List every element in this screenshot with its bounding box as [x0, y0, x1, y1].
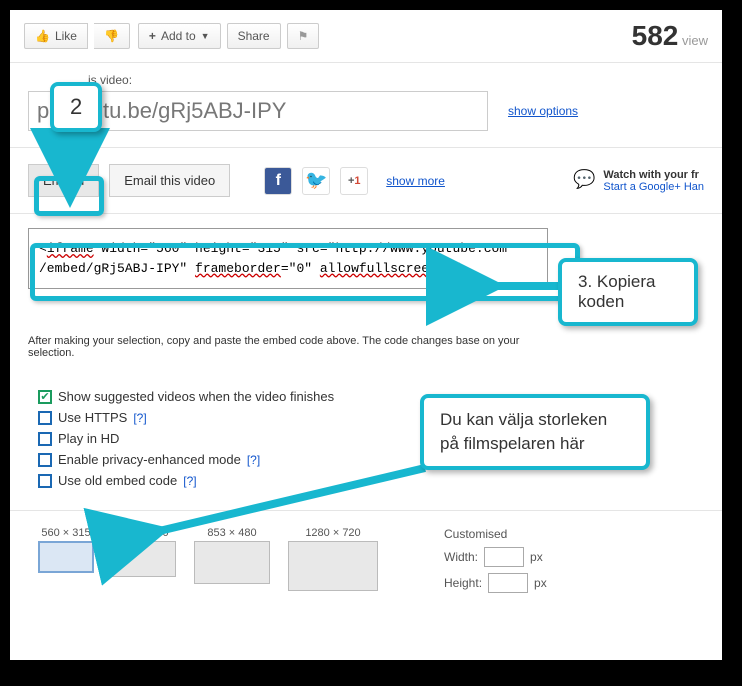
option-suggested-label: Show suggested videos when the video fin… — [58, 389, 334, 404]
twitter-icon[interactable]: 🐦 — [302, 167, 330, 195]
size-560-label: 560 × 315 — [38, 527, 94, 539]
watch-friends-title: Watch with your fr — [603, 169, 704, 181]
like-label: Like — [55, 29, 77, 43]
share-tabs: Embed Email this video f 🐦 +1 show more … — [10, 148, 722, 214]
annotation-arrow-2 — [58, 126, 88, 180]
add-to-button[interactable]: + Add to ▼ — [138, 23, 221, 49]
flag-icon: ⚑ — [298, 29, 309, 43]
option-hd-label: Play in HD — [58, 431, 119, 446]
view-count-label: view — [682, 33, 708, 48]
show-options-link[interactable]: show options — [508, 104, 578, 118]
hangout-icon: 💬 — [573, 169, 595, 193]
embed-code-box[interactable]: <iframe width="560" height="315" src="ht… — [28, 228, 548, 289]
watch-friends-link: Start a Google+ Han — [603, 181, 704, 193]
annotation-size-note: Du kan välja storleken på filmspelaren h… — [420, 394, 650, 470]
email-tab[interactable]: Email this video — [109, 164, 230, 197]
size-custom: Customised Width: px Height: px — [444, 527, 547, 593]
checkbox-empty-icon — [38, 453, 52, 467]
custom-height-label: Height: — [444, 576, 482, 590]
flag-button[interactable]: ⚑ — [287, 23, 320, 49]
like-group: 👍 Like 👎 — [24, 23, 130, 49]
show-more-link[interactable]: show more — [386, 174, 445, 188]
share-button[interactable]: Share — [227, 23, 281, 49]
help-link[interactable]: [?] — [133, 411, 146, 425]
annotation-step-2: 2 — [50, 82, 102, 132]
custom-label: Customised — [444, 527, 547, 541]
view-count-number: 582 — [632, 20, 679, 51]
action-bar: 👍 Like 👎 + Add to ▼ Share ⚑ 582 — [10, 10, 722, 63]
custom-width-label: Width: — [444, 550, 478, 564]
thumbs-up-icon: 👍 — [35, 29, 50, 43]
px-label: px — [534, 576, 547, 590]
google-plus-icon[interactable]: +1 — [340, 167, 368, 195]
checkbox-empty-icon — [38, 474, 52, 488]
embed-allowfullscreen: allowfullscreen — [320, 261, 437, 276]
custom-width-input[interactable] — [484, 547, 524, 567]
option-https-label: Use HTTPS — [58, 410, 127, 425]
dislike-button[interactable]: 👎 — [94, 23, 130, 49]
checkbox-empty-icon — [38, 432, 52, 446]
watch-with-friends[interactable]: 💬 Watch with your fr Start a Google+ Han — [573, 169, 704, 193]
like-button[interactable]: 👍 Like — [24, 23, 88, 49]
size-560[interactable]: 560 × 315 — [38, 527, 94, 573]
facebook-icon[interactable]: f — [264, 167, 292, 195]
add-to-label: Add to — [161, 29, 196, 43]
annotation-arrow-4 — [140, 460, 440, 550]
share-label: Share — [238, 29, 270, 43]
link-label: is video: — [88, 73, 704, 87]
embed-note: After making your selection, copy and pa… — [28, 335, 548, 359]
custom-height-input[interactable] — [488, 573, 528, 593]
embed-frameborder: frameborder — [195, 261, 281, 276]
link-section: is video: show options — [10, 63, 722, 148]
view-count: 582 view — [632, 20, 708, 52]
plus-icon: + — [149, 29, 156, 43]
px-label: px — [530, 550, 543, 564]
thumbs-down-icon: 👎 — [104, 29, 119, 43]
checkbox-empty-icon — [38, 411, 52, 425]
embed-iframe-tag: iframe — [47, 241, 94, 256]
annotation-step-3: 3. Kopiera koden — [558, 258, 698, 326]
checkbox-checked-icon: ✔ — [38, 390, 52, 404]
chevron-down-icon: ▼ — [201, 31, 210, 41]
annotation-arrow-3 — [480, 276, 570, 296]
